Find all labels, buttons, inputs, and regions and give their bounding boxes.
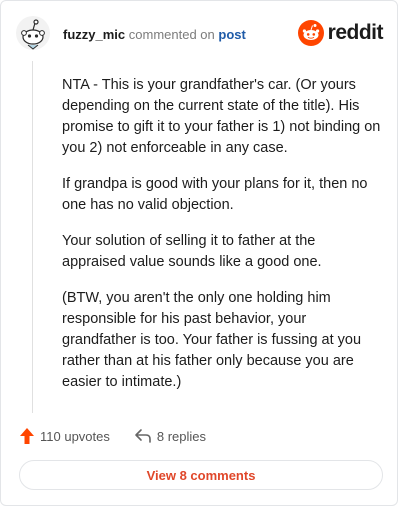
comment-header: fuzzy_mic commented on post reddit bbox=[15, 15, 384, 55]
comment-paragraph: NTA - This is your grandfather's car. (O… bbox=[62, 77, 381, 156]
upvote-arrow-icon bbox=[20, 428, 34, 444]
comment-card: fuzzy_mic commented on post reddit NTA -… bbox=[0, 0, 398, 506]
upvote-button[interactable]: 110 upvotes bbox=[19, 427, 110, 445]
post-link[interactable]: post bbox=[218, 27, 245, 42]
reply-count: 8 replies bbox=[156, 428, 207, 444]
comment-actions: 110 upvotes 8 replies bbox=[19, 426, 379, 446]
reddit-logo[interactable]: reddit bbox=[297, 19, 384, 47]
username-link[interactable]: fuzzy_mic bbox=[63, 27, 125, 42]
view-comments-button[interactable]: View 8 comments bbox=[19, 460, 383, 490]
comment-body: NTA - This is your grandfather's car. (O… bbox=[62, 75, 382, 408]
commented-on-text: commented on bbox=[128, 27, 215, 42]
comment-meta: fuzzy_mic commented on post bbox=[63, 27, 246, 43]
reddit-wordmark: reddit bbox=[327, 21, 384, 44]
upvote-count: 110 upvotes bbox=[40, 428, 110, 444]
comment-paragraph: (BTW, you aren't the only one holding hi… bbox=[62, 290, 362, 390]
snoo-avatar-icon[interactable] bbox=[15, 15, 51, 51]
comment-paragraph: If grandpa is good with your plans for i… bbox=[62, 176, 368, 213]
comment-paragraph: Your solution of selling it to father at… bbox=[62, 233, 322, 270]
replies-button[interactable]: 8 replies bbox=[134, 428, 206, 444]
thread-line bbox=[32, 61, 33, 413]
reply-arrow-icon bbox=[135, 429, 151, 443]
reddit-logo-icon bbox=[297, 20, 324, 46]
